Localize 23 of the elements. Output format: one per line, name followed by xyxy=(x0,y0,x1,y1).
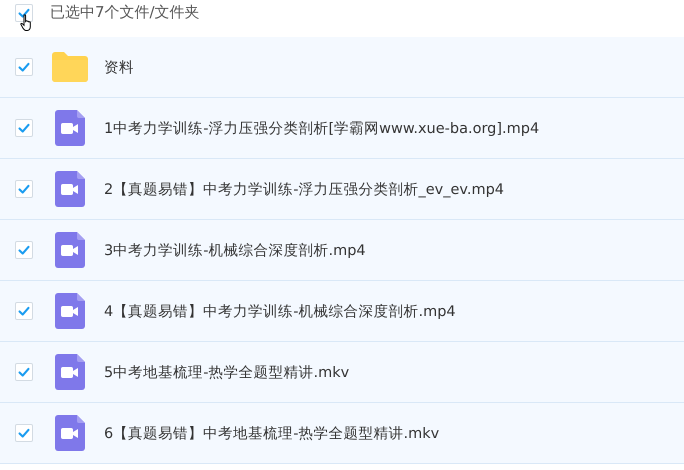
folder-icon xyxy=(52,52,88,82)
file-name[interactable]: 2【真题易错】中考力学训练-浮力压强分类剖析_ev_ev.mp4 xyxy=(104,180,504,198)
checkbox[interactable] xyxy=(15,241,33,259)
video-file-icon xyxy=(55,232,85,268)
checkbox[interactable] xyxy=(15,180,33,198)
hand-cursor-icon xyxy=(20,14,34,32)
file-name[interactable]: 1中考力学训练-浮力压强分类剖析[学霸网www.xue-ba.org].mp4 xyxy=(104,118,540,138)
file-name[interactable]: 资料 xyxy=(104,58,134,76)
checkbox[interactable] xyxy=(15,302,33,320)
checkbox[interactable] xyxy=(15,58,33,76)
video-file-icon xyxy=(55,171,85,207)
checkbox[interactable] xyxy=(15,119,33,137)
selection-count: 已选中7个文件/文件夹 xyxy=(50,3,200,22)
checkbox[interactable] xyxy=(15,363,33,381)
video-file-icon xyxy=(55,110,85,146)
file-name[interactable]: 6【真题易错】中考地基梳理-热学全题型精讲.mkv xyxy=(104,424,440,442)
video-file-icon xyxy=(55,354,85,390)
video-file-icon xyxy=(55,293,85,329)
video-file-icon xyxy=(55,415,85,451)
checkbox[interactable] xyxy=(15,424,33,442)
file-name[interactable]: 5中考地基梳理-热学全题型精讲.mkv xyxy=(104,362,350,382)
file-name[interactable]: 3中考力学训练-机械综合深度剖析.mp4 xyxy=(104,240,366,260)
file-name[interactable]: 4【真题易错】中考力学训练-机械综合深度剖析.mp4 xyxy=(104,302,456,320)
